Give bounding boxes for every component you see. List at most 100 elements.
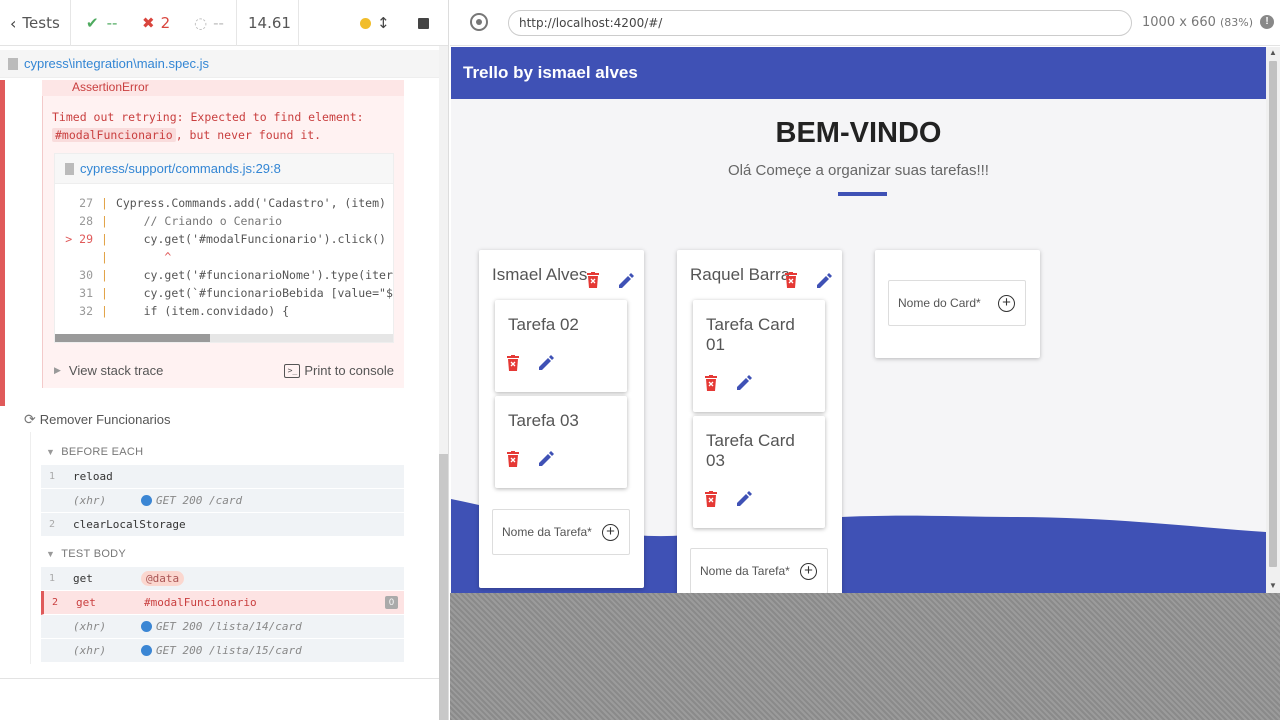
delete-task-icon[interactable] xyxy=(704,491,718,507)
code-text: if (item.convidado) { xyxy=(115,304,290,318)
command-name: (xhr) xyxy=(73,620,107,633)
chevron-left-icon: ‹ xyxy=(10,13,17,33)
code-line: 27 | Cypress.Commands.add('Cadastro', (ite… xyxy=(55,196,393,214)
hook-label: BEFORE EACH xyxy=(61,446,144,458)
edit-list-icon[interactable] xyxy=(815,272,833,290)
task-card[interactable]: Tarefa Card 03 xyxy=(693,416,825,528)
new-card-placeholder: Nome do Card* xyxy=(898,296,981,310)
tests-label: Tests xyxy=(22,14,60,32)
command-row-failed[interactable]: 2 get #modalFuncionario 0 xyxy=(41,591,404,615)
code-frame-file-link[interactable]: cypress/support/commands.js:29:8 xyxy=(55,154,393,184)
stop-icon xyxy=(418,17,429,29)
delete-task-icon[interactable] xyxy=(506,451,520,467)
command-row[interactable]: (xhr) GET 200 /lista/14/card xyxy=(41,615,404,639)
command-name: clearLocalStorage xyxy=(73,518,186,531)
divider xyxy=(0,678,440,679)
running-indicator-icon xyxy=(360,17,371,29)
scrollbar-thumb[interactable] xyxy=(439,454,448,720)
xhr-text: GET 200 /lista/15/card xyxy=(156,644,302,657)
delete-list-icon[interactable] xyxy=(784,272,798,288)
passed-count: ✔ -- xyxy=(86,0,117,46)
check-icon: ✔ xyxy=(86,14,99,32)
add-circle-icon[interactable]: + xyxy=(998,295,1015,312)
add-circle-icon[interactable]: + xyxy=(800,563,817,580)
stop-button[interactable] xyxy=(418,0,429,46)
scrollbar-thumb[interactable] xyxy=(1269,61,1277,567)
edit-task-icon[interactable] xyxy=(537,354,555,372)
scrollbar-thumb[interactable] xyxy=(55,334,210,342)
view-stack-trace-toggle[interactable]: ▶ View stack trace xyxy=(54,363,163,378)
alias-badge: @data xyxy=(141,571,185,586)
command-row[interactable]: (xhr) GET 200 /card xyxy=(41,489,404,513)
reporter-scrollbar[interactable] xyxy=(439,46,448,720)
command-message: GET 200 /lista/15/card xyxy=(141,644,302,657)
app-navbar: Trello by ismael alves xyxy=(451,47,1266,99)
scroll-up-icon[interactable]: ▲ xyxy=(1269,48,1277,57)
caret-down-icon: ▼ xyxy=(46,447,56,457)
tests-button[interactable]: ‹ Tests xyxy=(10,0,60,46)
command-row[interactable]: 1 get @data xyxy=(41,567,404,591)
error-name: AssertionError xyxy=(72,80,149,94)
delete-task-icon[interactable] xyxy=(506,355,520,371)
caret-right-icon: ▶ xyxy=(54,365,61,375)
spec-path-bar[interactable]: cypress\integration\main.spec.js xyxy=(0,50,440,78)
command-row[interactable]: (xhr) GET 200 /lista/15/card xyxy=(41,639,404,663)
hero-accent-bar xyxy=(838,192,887,196)
reporter-stats-bar: ‹ Tests ✔ -- ✖ 2 ◌ -- 14.61 ↕ xyxy=(0,0,448,46)
new-task-input[interactable]: Nome da Tarefa* + xyxy=(690,548,828,593)
task-card[interactable]: Tarefa 03 xyxy=(495,396,627,488)
delete-list-icon[interactable] xyxy=(586,272,600,288)
code-line-highlight: > 29 | cy.get('#modalFuncionario').click(… xyxy=(55,232,393,250)
command-message: #modalFuncionario xyxy=(144,596,257,609)
task-card[interactable]: Tarefa Card 01 xyxy=(693,300,825,412)
edit-task-icon[interactable] xyxy=(537,450,555,468)
delete-task-icon[interactable] xyxy=(704,375,718,391)
add-circle-icon[interactable]: + xyxy=(602,524,619,541)
code-line: 31 | cy.get(`#funcionarioBebida [value="$ xyxy=(55,286,393,304)
scroll-down-icon[interactable]: ▼ xyxy=(1269,581,1277,590)
xhr-status-icon xyxy=(141,645,152,656)
edit-task-icon[interactable] xyxy=(735,490,753,508)
code-text: Cypress.Commands.add('Cadastro', (item) xyxy=(115,196,386,210)
failed-test-indicator xyxy=(0,80,5,406)
divider xyxy=(298,0,299,46)
task-title: Tarefa 02 xyxy=(508,315,579,334)
passed-value: -- xyxy=(106,14,118,32)
file-icon xyxy=(8,57,18,70)
code-text: cy.get('#funcionarioNome').type(iter xyxy=(115,268,393,282)
list-column: Raquel Barra Tarefa Card 01 Tarefa Card … xyxy=(677,250,842,593)
edit-list-icon[interactable] xyxy=(617,272,635,290)
duration: 14.61 xyxy=(248,14,291,32)
x-icon: ✖ xyxy=(142,14,155,32)
terminal-icon: >_ xyxy=(284,363,301,378)
print-to-console-label: Print to console xyxy=(304,363,394,378)
hook-test-body[interactable]: ▼ TEST BODY xyxy=(46,548,126,560)
error-message: Timed out retrying: Expected to find ele… xyxy=(52,108,392,144)
code-frame-scrollbar[interactable] xyxy=(55,334,393,342)
viewport-info[interactable]: 1000 x 660 (83%) xyxy=(1142,15,1253,30)
test-title[interactable]: ⟳ Remover Funcionarios xyxy=(24,411,171,428)
edit-task-icon[interactable] xyxy=(735,374,753,392)
command-row[interactable]: 2 clearLocalStorage xyxy=(41,513,404,537)
new-task-placeholder: Nome da Tarefa* xyxy=(700,564,790,578)
error-message-rest: , but never found it. xyxy=(175,128,322,142)
hook-label: TEST BODY xyxy=(61,548,127,560)
print-to-console-button[interactable]: >_ Print to console xyxy=(284,363,394,378)
command-row[interactable]: 1 reload xyxy=(41,465,404,489)
line-number: 31 xyxy=(79,286,93,300)
line-number: 27 xyxy=(79,196,93,210)
new-card-input[interactable]: Nome do Card* + xyxy=(888,280,1026,326)
url-bar[interactable]: http://localhost:4200/#/ xyxy=(508,10,1132,36)
info-icon[interactable]: ! xyxy=(1260,15,1274,29)
list-title: Raquel Barra xyxy=(690,265,791,284)
line-number: 32 xyxy=(79,304,93,318)
task-card[interactable]: Tarefa 02 xyxy=(495,300,627,392)
auto-scroll-toggle[interactable]: ↕ xyxy=(360,0,390,46)
hook-before-each[interactable]: ▼ BEFORE EACH xyxy=(46,446,143,458)
error-selector: #modalFuncionario xyxy=(52,128,176,142)
divider xyxy=(70,0,71,46)
new-task-input[interactable]: Nome da Tarefa* + xyxy=(492,509,630,555)
failed-value: 2 xyxy=(160,14,171,32)
app-scrollbar[interactable]: ▲ ▼ xyxy=(1266,47,1280,593)
selector-playground-icon[interactable] xyxy=(470,13,488,31)
